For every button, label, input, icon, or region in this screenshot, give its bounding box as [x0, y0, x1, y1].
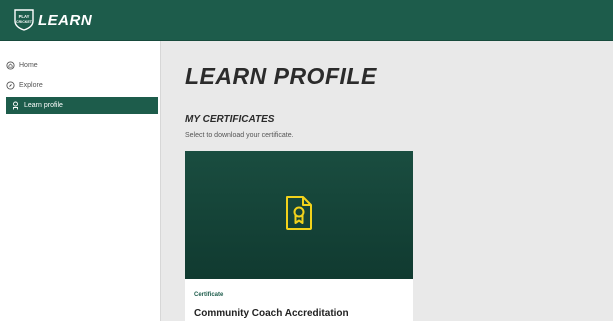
profile-icon	[11, 101, 20, 110]
sidebar-item-label: Learn profile	[24, 102, 63, 109]
sidebar-item-home[interactable]: Home	[0, 57, 160, 74]
logo-text: LEARN	[38, 11, 93, 29]
sidebar: Home Explore Learn profile	[0, 41, 161, 321]
page-title: LEARN PROFILE	[185, 63, 377, 89]
card-title: Community Coach Accreditation	[194, 308, 349, 319]
card-type-label: Certificate	[194, 292, 224, 298]
sidebar-item-learn-profile[interactable]: Learn profile	[6, 97, 158, 114]
card-image	[185, 151, 413, 279]
home-icon	[6, 61, 15, 70]
section-subtitle: Select to download your certificate.	[185, 132, 294, 139]
sidebar-item-label: Home	[19, 62, 38, 69]
section-title: MY CERTIFICATES	[185, 114, 275, 125]
svg-text:PLAY: PLAY	[19, 14, 30, 19]
compass-icon	[6, 81, 15, 90]
logo[interactable]: PLAY CRICKET LEARN	[14, 9, 92, 31]
top-bar: PLAY CRICKET LEARN	[0, 0, 613, 41]
sidebar-item-label: Explore	[19, 82, 43, 89]
certificate-card[interactable]: Certificate Community Coach Accreditatio…	[185, 151, 413, 321]
certificate-icon	[284, 195, 314, 236]
sidebar-item-explore[interactable]: Explore	[0, 77, 160, 94]
play-cricket-shield-icon: PLAY CRICKET	[14, 9, 34, 31]
svg-text:CRICKET: CRICKET	[16, 20, 33, 24]
